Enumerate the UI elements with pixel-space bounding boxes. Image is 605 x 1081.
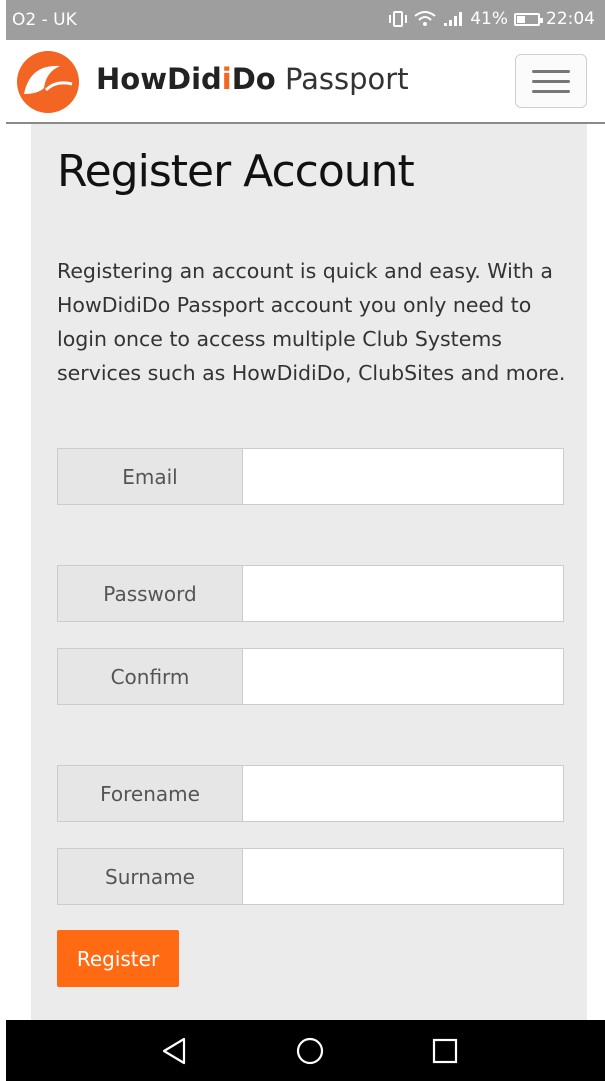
forename-input[interactable] — [243, 765, 564, 822]
email-label: Email — [57, 448, 243, 505]
android-nav-bar — [6, 1020, 605, 1081]
brand-title: HowDidiDo Passport — [96, 62, 409, 96]
signal-icon — [442, 11, 464, 27]
hamburger-menu-button[interactable] — [515, 54, 587, 108]
surname-field-group: Surname — [57, 848, 564, 905]
confirm-password-input[interactable] — [243, 648, 564, 705]
back-triangle-icon[interactable] — [158, 1034, 192, 1068]
hamburger-menu-icon-bar-2 — [532, 79, 570, 83]
battery-icon — [514, 12, 543, 26]
vibrate-icon — [388, 11, 408, 27]
brand-i: i — [221, 62, 232, 96]
howdidido-logo-icon[interactable] — [16, 50, 80, 114]
clock: 22:04 — [546, 9, 595, 29]
password-field-group: Password — [57, 565, 564, 622]
confirm-label: Confirm — [57, 648, 243, 705]
register-button[interactable]: Register — [57, 930, 179, 987]
brand-how: How — [96, 62, 167, 96]
brand-passport: Passport — [275, 62, 409, 96]
brand-did: Did — [167, 62, 222, 96]
hamburger-menu-icon-bar-1 — [532, 69, 570, 73]
battery-nub — [540, 17, 543, 23]
password-input[interactable] — [243, 565, 564, 622]
email-input[interactable] — [243, 448, 564, 505]
recents-square-icon[interactable] — [428, 1034, 462, 1068]
surname-input[interactable] — [243, 848, 564, 905]
app-header: HowDidiDo Passport — [6, 40, 605, 124]
battery-fill — [517, 15, 525, 23]
home-circle-icon[interactable] — [293, 1034, 327, 1068]
hamburger-menu-icon-bar-3 — [532, 89, 570, 93]
password-label: Password — [57, 565, 243, 622]
brand-do: Do — [231, 62, 276, 96]
battery-percent: 41% — [470, 9, 508, 29]
forename-label: Forename — [57, 765, 243, 822]
carrier-label: O2 - UK — [12, 10, 77, 30]
page-title: Register Account — [57, 146, 415, 197]
phone-screen: O2 - UK 41% 22:04 HowDidiDo Passport Reg… — [6, 0, 605, 1081]
wifi-icon — [414, 11, 436, 27]
status-icons: 41% 22:04 — [388, 9, 595, 29]
forename-field-group: Forename — [57, 765, 564, 822]
confirm-field-group: Confirm — [57, 648, 564, 705]
register-panel: Register Account Registering an account … — [31, 124, 587, 1020]
email-field-group: Email — [57, 448, 564, 505]
status-bar: O2 - UK 41% 22:04 — [6, 0, 605, 40]
surname-label: Surname — [57, 848, 243, 905]
intro-text: Registering an account is quick and easy… — [57, 259, 566, 385]
